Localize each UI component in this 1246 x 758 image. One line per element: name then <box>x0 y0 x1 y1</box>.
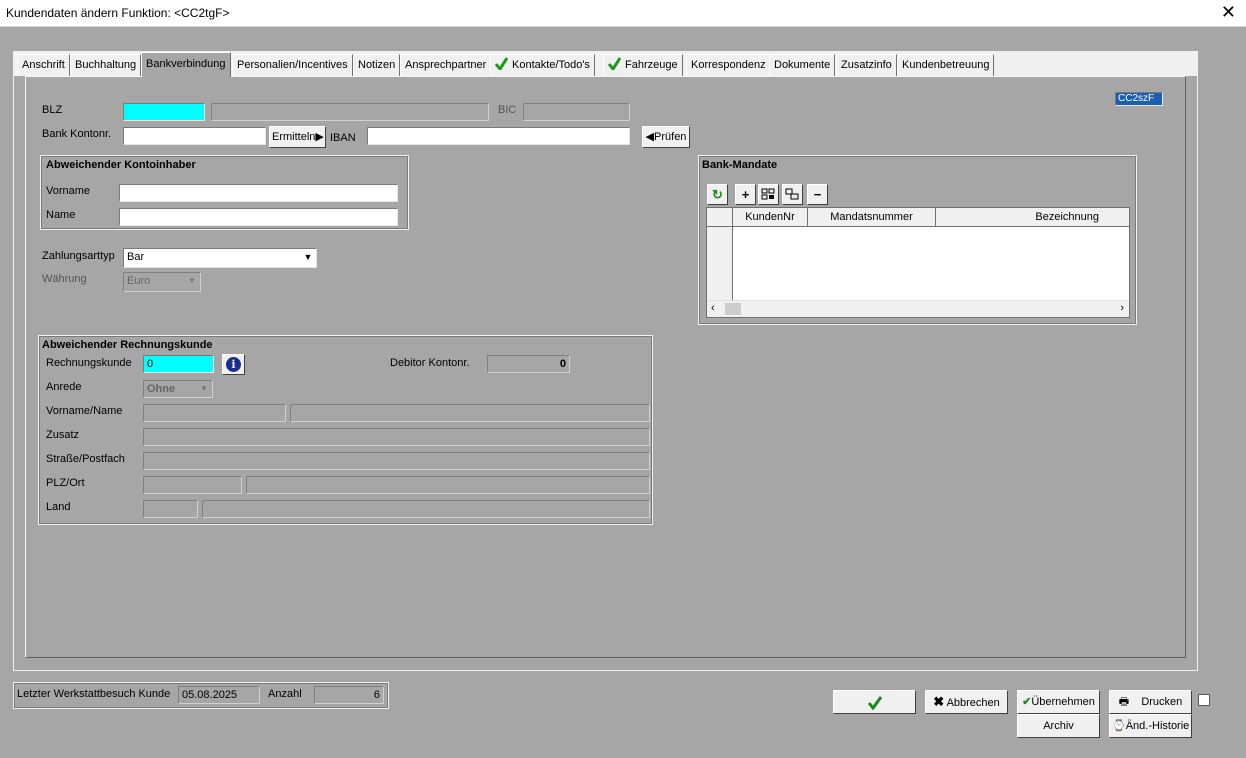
arrow-left-icon: ◀ <box>645 131 655 143</box>
row-selector <box>707 227 733 301</box>
window-title: Kundendaten ändern Funktion: <CC2tgF> <box>6 6 230 20</box>
konto-label: Bank Kontonr. <box>42 128 112 140</box>
chevron-down-icon[interactable]: ▼ <box>301 250 315 264</box>
ermitteln-button[interactable]: Ermitteln▶ <box>269 126 326 148</box>
title-bar: Kundendaten ändern Funktion: <CC2tgF> ✕ <box>0 0 1246 27</box>
land-code-field <box>143 500 198 518</box>
grid-copy-icon <box>785 188 799 200</box>
blz-input[interactable] <box>123 103 205 121</box>
pruefen-button[interactable]: ◀Prüfen <box>642 126 690 148</box>
bank-mandate-title: Bank-Mandate <box>702 159 778 171</box>
tab-personalien[interactable]: Personalien/Incentives <box>232 54 353 76</box>
waehrung-select: Euro ▼ <box>123 272 201 292</box>
check-icon: ✔ <box>1022 696 1032 708</box>
name-label: Name <box>46 209 76 221</box>
info-icon: i <box>226 357 241 372</box>
tab-anschrift[interactable]: Anschrift <box>17 54 70 76</box>
iban-label: IBAN <box>330 132 356 144</box>
scroll-thumb[interactable] <box>725 303 741 315</box>
tab-ansprechpartner[interactable]: Ansprechpartner <box>400 54 492 76</box>
tab-kontakte[interactable]: Kontakte/Todo's <box>490 54 595 76</box>
info-button[interactable]: i <box>222 354 245 375</box>
strasse-label: Straße/Postfach <box>46 453 125 465</box>
rechnungskunde-title: Abweichender Rechnungskunde <box>42 339 213 351</box>
col-kundennr[interactable]: KundenNr <box>733 208 808 227</box>
rechnungskunde-input[interactable]: 0 <box>143 355 214 373</box>
blz-label: BLZ <box>42 104 63 116</box>
rk-name-field <box>290 404 650 422</box>
print-checkbox[interactable] <box>1198 694 1210 706</box>
tab-zusatzinfo[interactable]: Zusatzinfo <box>836 54 897 76</box>
refresh-icon[interactable]: ↻ <box>707 184 728 205</box>
rk-vorname-field <box>143 404 286 422</box>
historie-button[interactable]: ⌚Änd.-Historie <box>1109 714 1192 738</box>
drucken-button[interactable]: 🖶 Drucken <box>1109 690 1192 714</box>
anzahl-label: Anzahl <box>268 688 302 700</box>
mandate-table[interactable]: KundenNr Mandatsnummer Bezeichnung ‹ › <box>706 207 1130 318</box>
debitor-label: Debitor Kontonr. <box>390 357 470 369</box>
add-icon[interactable]: + <box>735 184 756 205</box>
anrede-label: Anrede <box>46 381 82 393</box>
tab-kundenbetreuung[interactable]: Kundenbetreuung <box>897 54 995 76</box>
tab-dokumente[interactable]: Dokumente <box>769 54 836 76</box>
iban-input[interactable] <box>367 127 630 145</box>
uebernehmen-button[interactable]: ✔Übernehmen <box>1017 690 1100 714</box>
tab-fahrzeuge[interactable]: Fahrzeuge <box>603 54 683 76</box>
function-code: CC2szF <box>1115 92 1163 106</box>
close-icon[interactable]: ✕ <box>1221 2 1236 23</box>
zusatz-field <box>143 428 650 446</box>
kontoinhaber-title: Abweichender Kontoinhaber <box>46 159 196 171</box>
debitor-field: 0 <box>487 355 570 373</box>
anzahl-field: 6 <box>314 686 384 704</box>
col-bezeichnung[interactable]: Bezeichnung <box>936 208 1129 227</box>
vorname-label: Vorname <box>46 185 91 197</box>
name-input[interactable] <box>119 208 398 226</box>
land-label: Land <box>46 501 71 513</box>
bic-field <box>523 103 630 121</box>
chevron-left-icon[interactable]: ‹ <box>711 302 715 314</box>
anrede-select: Ohne ▼ <box>143 380 213 398</box>
cancel-x-icon: ✖ <box>933 694 945 709</box>
tab-buchhaltung[interactable]: Buchhaltung <box>70 54 142 76</box>
remove-icon[interactable]: − <box>807 184 828 205</box>
printer-icon: 🖶 <box>1118 696 1130 708</box>
edit-grid-icon[interactable] <box>758 184 779 205</box>
arrow-right-icon: ▶ <box>315 131 324 143</box>
zahlungsart-label: Zahlungsarttyp <box>42 250 115 262</box>
check-icon <box>608 57 621 70</box>
tab-notizen[interactable]: Notizen <box>353 54 401 76</box>
vorname-name-label: Vorname/Name <box>46 405 123 417</box>
history-icon: ⌚ <box>1112 720 1126 732</box>
chevron-right-icon[interactable]: › <box>1120 302 1124 314</box>
tab-korrespondenz[interactable]: Korrespondenz <box>686 54 771 76</box>
ort-field <box>246 476 650 494</box>
grid-icon <box>761 188 775 200</box>
horizontal-scrollbar[interactable]: ‹ › <box>707 300 1129 317</box>
land-name-field <box>202 500 650 518</box>
tab-bankverbindung[interactable]: Bankverbindung <box>141 52 231 77</box>
rechnungskunde-label: Rechnungskunde <box>46 357 132 369</box>
werkstatt-date: 05.08.2025 <box>178 686 260 704</box>
bank-name-field <box>211 103 489 121</box>
zusatz-label: Zusatz <box>46 429 80 441</box>
copy-grid-icon[interactable] <box>782 184 803 205</box>
ok-check-icon <box>867 696 882 711</box>
col-mandatsnummer[interactable]: Mandatsnummer <box>808 208 936 227</box>
konto-input[interactable] <box>123 127 266 145</box>
werkstatt-label: Letzter Werkstattbesuch Kunde <box>17 688 171 700</box>
archiv-button[interactable]: Archiv <box>1017 714 1100 738</box>
bic-label: BIC <box>498 104 517 116</box>
plz-ort-label: PLZ/Ort <box>46 477 85 489</box>
check-icon <box>495 57 508 70</box>
abbrechen-button[interactable]: ✖ Abbrechen <box>925 690 1008 714</box>
strasse-field <box>143 452 650 470</box>
chevron-down-icon: ▼ <box>185 274 199 288</box>
ok-button[interactable] <box>833 690 916 714</box>
chevron-down-icon: ▼ <box>197 382 211 396</box>
waehrung-label: Währung <box>42 273 87 285</box>
plz-field <box>143 476 242 494</box>
row-header <box>707 208 733 227</box>
zahlungsart-select[interactable]: Bar ▼ <box>123 248 317 268</box>
vorname-input[interactable] <box>119 184 398 202</box>
